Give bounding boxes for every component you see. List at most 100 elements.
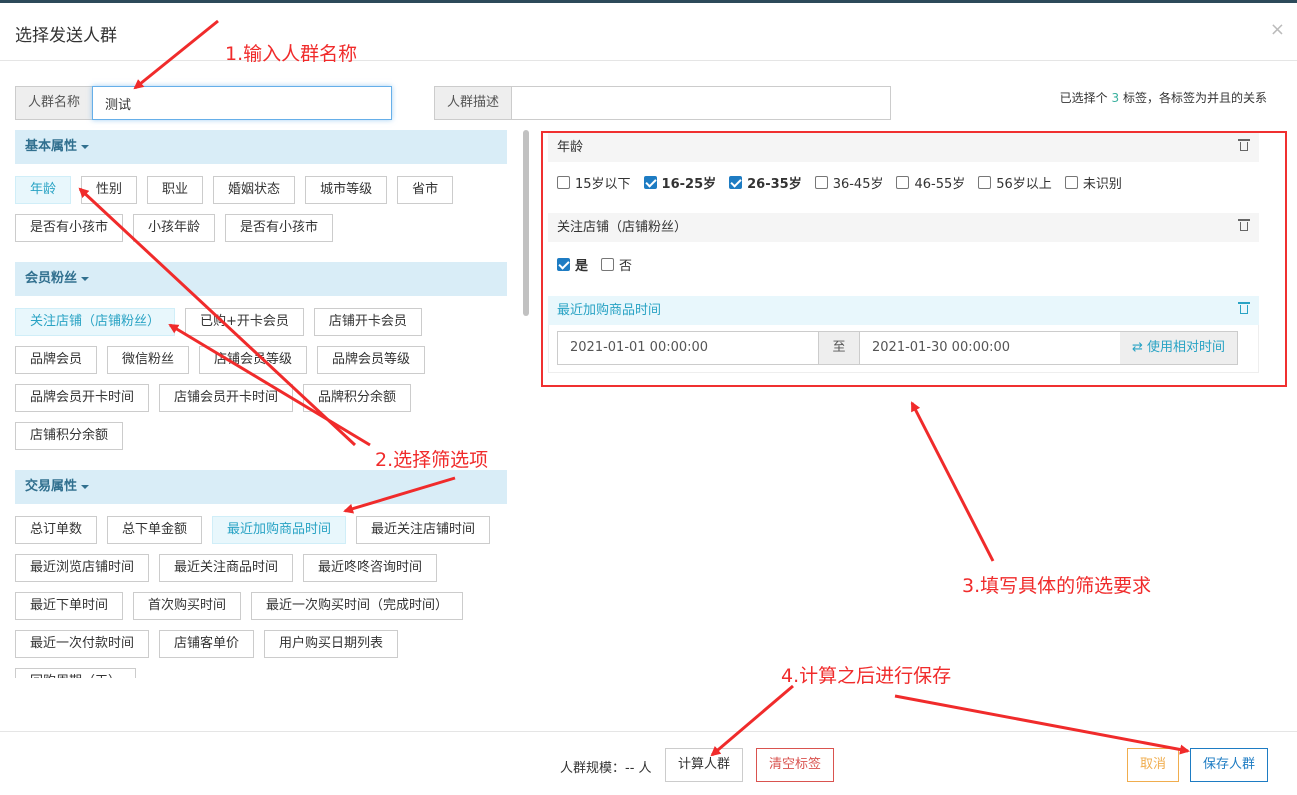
tag-button[interactable]: 品牌会员等级 xyxy=(317,346,426,374)
relative-time-button[interactable]: ⇄ 使用相对时间 xyxy=(1120,331,1239,365)
cancel-button[interactable]: 取消 xyxy=(1127,748,1180,782)
option-checkbox[interactable]: 26-35岁 xyxy=(729,173,802,192)
annotation-3: 3.填写具体的筛选要求 xyxy=(962,575,1152,597)
cart-time-section-header: 最近加购商品时间 xyxy=(548,296,1259,325)
checkbox-unchecked-icon xyxy=(557,176,570,189)
checkbox-unchecked-icon xyxy=(814,176,828,189)
option-checkbox[interactable]: 否 xyxy=(601,255,632,274)
tag-button[interactable]: 最近关注店铺时间 xyxy=(356,516,491,544)
tag-button[interactable]: 婚姻状态 xyxy=(213,176,296,204)
tag-button[interactable]: 最近加购商品时间 xyxy=(212,516,347,544)
tag-button[interactable]: 最近下单时间 xyxy=(15,592,124,620)
checkbox-unchecked-icon xyxy=(978,176,992,189)
tag-button[interactable]: 用户购买日期列表 xyxy=(264,630,399,658)
tag-button[interactable]: 品牌会员 xyxy=(15,346,98,374)
follow-options: 是否 xyxy=(557,255,645,274)
desc-input[interactable] xyxy=(511,86,892,120)
group-header[interactable]: 基本属性 xyxy=(15,130,507,164)
date-range-box: 2021-01-01 00:00:00 至 2021-01-30 00:00:0… xyxy=(548,325,1259,373)
audience-scale: 人群规模：-- 人 xyxy=(560,761,652,776)
name-input-group: 人群名称 xyxy=(15,86,393,120)
selected-info: 已选择个 3 标签，各标签为并且的关系 xyxy=(1059,91,1267,105)
checkbox-unchecked-icon xyxy=(896,176,910,189)
date-separator: 至 xyxy=(819,331,859,365)
option-checkbox[interactable]: 46-55岁 xyxy=(896,173,965,192)
option-checkbox[interactable]: 16-25岁 xyxy=(643,173,716,192)
tag-button[interactable]: 职业 xyxy=(147,176,204,204)
dialog-title: 选择发送人群 xyxy=(15,26,117,46)
dialog-header: 选择发送人群 × xyxy=(0,3,1297,61)
calculate-button[interactable]: 计算人群 xyxy=(665,748,744,782)
trash-icon[interactable] xyxy=(1238,302,1250,314)
filter-panel: 年龄 15岁以下 16-25岁 26-35岁 36-45岁 46-55岁 56岁以上 未识别… xyxy=(541,131,1287,387)
tag-button[interactable]: 店铺会员开卡时间 xyxy=(159,384,294,412)
scrollbar[interactable] xyxy=(523,130,529,316)
close-icon[interactable]: × xyxy=(1270,19,1285,40)
tag-button[interactable]: 店铺开卡会员 xyxy=(313,308,422,336)
dialog: 选择发送人群 × 人群名称 人群描述 已选择个 3 标签，各标签为并且的关系 基… xyxy=(0,0,1297,792)
tag-button[interactable]: 最近咚咚咨询时间 xyxy=(303,554,438,582)
tag-button[interactable]: 最近一次购买时间（完成时间） xyxy=(251,592,464,620)
save-button[interactable]: 保存人群 xyxy=(1190,748,1269,782)
option-checkbox[interactable]: 未识别 xyxy=(1064,173,1122,192)
tag-button[interactable]: 性别 xyxy=(81,176,138,204)
annotation-1: 1.输入人群名称 xyxy=(225,43,358,65)
tag-button[interactable]: 是否有小孩市 xyxy=(225,214,334,242)
tag-button[interactable]: 城市等级 xyxy=(305,176,388,204)
option-checkbox[interactable]: 是 xyxy=(557,255,588,274)
checkbox-unchecked-icon xyxy=(1064,176,1078,189)
tag-button[interactable]: 省市 xyxy=(397,176,454,204)
clear-tags-button[interactable]: 清空标签 xyxy=(756,748,835,782)
tag-button[interactable]: 店铺会员等级 xyxy=(199,346,308,374)
swap-icon: ⇄ xyxy=(1132,340,1143,355)
tag-list: 年龄 性别 职业 婚姻状态 城市等级 省市是否有小孩市 小孩年龄 是否有小孩市 xyxy=(15,176,507,252)
arrow-3 xyxy=(910,401,995,562)
name-label: 人群名称 xyxy=(15,86,93,120)
tag-button[interactable]: 总下单金额 xyxy=(107,516,203,544)
tag-list: 关注店铺（店铺粉丝） 已购+开卡会员 店铺开卡会员 品牌会员 微信粉丝 店铺会员等级 品牌会… xyxy=(15,308,507,460)
tag-button[interactable]: 微信粉丝 xyxy=(107,346,190,374)
checkbox-checked-icon xyxy=(729,176,743,189)
name-input[interactable] xyxy=(92,86,393,120)
desc-input-group: 人群描述 xyxy=(434,86,892,120)
caret-down-icon xyxy=(81,276,90,281)
tag-button[interactable]: 是否有小孩市 xyxy=(15,214,124,242)
tag-button[interactable]: 已购+开卡会员 xyxy=(185,308,304,336)
group-header[interactable]: 会员粉丝 xyxy=(15,262,507,296)
checkbox-checked-icon xyxy=(557,258,570,271)
desc-label: 人群描述 xyxy=(434,86,512,120)
age-options: 15岁以下 16-25岁 26-35岁 36-45岁 46-55岁 56岁以上 未识别 xyxy=(557,173,1135,192)
dialog-footer: 人群规模：-- 人 计算人群 清空标签 取消 保存人群 xyxy=(0,731,1297,795)
tag-list: 总订单数 总下单金额 最近加购商品时间 最近关注店铺时间最近浏览店铺时间 最近关注商品时… xyxy=(15,516,507,678)
tag-button[interactable]: 品牌会员开卡时间 xyxy=(15,384,150,412)
tag-button[interactable]: 最近一次付款时间 xyxy=(15,630,150,658)
tag-button[interactable]: 回购周期（天） xyxy=(15,668,137,678)
tag-button[interactable]: 品牌积分余额 xyxy=(303,384,412,412)
tag-button[interactable]: 小孩年龄 xyxy=(133,214,216,242)
tag-button[interactable]: 年龄 xyxy=(15,176,72,204)
checkbox-checked-icon xyxy=(643,176,657,189)
tag-button[interactable]: 总订单数 xyxy=(15,516,98,544)
tag-button[interactable]: 最近关注商品时间 xyxy=(159,554,294,582)
trash-icon[interactable] xyxy=(1238,219,1250,231)
tag-button[interactable]: 最近浏览店铺时间 xyxy=(15,554,150,582)
end-date-input[interactable]: 2021-01-30 00:00:00 xyxy=(859,331,1120,365)
trash-icon[interactable] xyxy=(1238,139,1250,151)
caret-down-icon xyxy=(81,484,90,489)
follow-section-header: 关注店铺（店铺粉丝） xyxy=(548,213,1259,242)
option-checkbox[interactable]: 15岁以下 xyxy=(557,173,631,192)
option-checkbox[interactable]: 36-45岁 xyxy=(814,173,883,192)
tag-button[interactable]: 店铺客单价 xyxy=(159,630,255,658)
tag-button[interactable]: 关注店铺（店铺粉丝） xyxy=(15,308,176,336)
age-section-header: 年龄 xyxy=(548,133,1259,162)
start-date-input[interactable]: 2021-01-01 00:00:00 xyxy=(557,331,819,365)
caret-down-icon xyxy=(81,144,90,149)
tag-button[interactable]: 店铺积分余额 xyxy=(15,422,124,450)
date-range: 2021-01-01 00:00:00 至 2021-01-30 00:00:0… xyxy=(557,331,1239,365)
annotation-4: 4.计算之后进行保存 xyxy=(781,665,952,687)
tag-button[interactable]: 首次购买时间 xyxy=(133,592,242,620)
option-checkbox[interactable]: 56岁以上 xyxy=(978,173,1052,192)
group-header[interactable]: 交易属性 xyxy=(15,470,507,504)
tag-groups-panel: 基本属性年龄 性别 职业 婚姻状态 城市等级 省市是否有小孩市 小孩年龄 是否有小孩市会员粉丝… xyxy=(15,130,507,678)
selected-count: 3 xyxy=(1111,91,1120,105)
